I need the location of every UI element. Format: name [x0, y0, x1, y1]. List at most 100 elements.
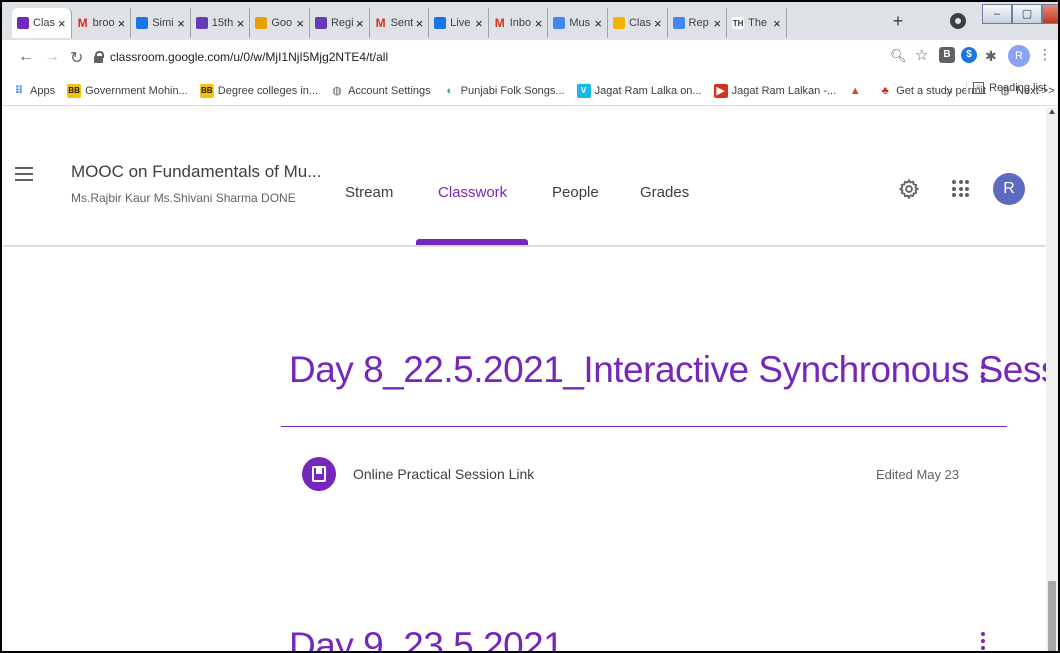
browser-tab[interactable]: 15th ×	[191, 8, 251, 38]
close-tab-icon[interactable]: ×	[58, 16, 66, 31]
youtube-icon: ▶	[713, 83, 728, 98]
close-tab-icon[interactable]: ×	[177, 16, 185, 31]
back-icon[interactable]: ←	[18, 48, 34, 66]
s-extension-icon[interactable]: $	[961, 47, 977, 63]
tab-title: broo	[92, 17, 115, 29]
browser-tab[interactable]: TH The ×	[727, 8, 787, 38]
forms-icon	[314, 17, 327, 29]
url-text[interactable]: classroom.google.com/u/0/w/MjI1NjI5Mjg2N…	[110, 50, 388, 64]
tab-list: Clas × Mbroo × Simi × 15th × Goo × Regi × M Sent × Live…	[12, 8, 787, 38]
tab-stream[interactable]: Stream	[345, 184, 393, 201]
bookmark-label: Account Settings	[348, 84, 431, 97]
zoom-icon[interactable]: 🔍︎	[890, 48, 907, 64]
tab-title: Regi	[330, 17, 353, 29]
browser-tab[interactable]: Goo ×	[250, 8, 310, 38]
bookmark-item[interactable]: ◐ Punjabi Folk Songs...	[443, 84, 565, 98]
page-scrollbar[interactable]	[1046, 107, 1058, 651]
close-tab-icon[interactable]: ×	[654, 16, 662, 31]
tab-people[interactable]: People	[552, 184, 599, 201]
browser-window: Clas × Mbroo × Simi × 15th × Goo × Regi × M Sent × Live…	[0, 0, 1060, 653]
bookmark-item[interactable]: BB Government Mohin...	[67, 83, 188, 98]
close-tab-icon[interactable]: ×	[118, 16, 126, 31]
tab-search-icon[interactable]	[950, 13, 966, 29]
reload-icon[interactable]: ↻	[70, 48, 83, 68]
classroom-header: MOOC on Fundamentals of Mu... Ms.Rajbir …	[2, 107, 1046, 245]
main-menu-icon[interactable]	[15, 167, 33, 181]
bookmarks-overflow-button[interactable]: »	[946, 84, 953, 98]
bookmark-star-icon[interactable]: ☆	[915, 46, 928, 64]
drive-icon	[434, 17, 447, 29]
browser-tab[interactable]: Regi ×	[310, 8, 370, 38]
bookmark-item[interactable]: ◍ Account Settings	[330, 84, 431, 98]
settings-gear-icon[interactable]	[898, 178, 920, 200]
chrome-menu-icon[interactable]: ⋮	[1038, 46, 1052, 63]
new-tab-button[interactable]: +	[887, 11, 909, 33]
close-tab-icon[interactable]: ×	[475, 16, 483, 31]
scroll-up-arrow-icon[interactable]	[1049, 109, 1055, 114]
forward-icon[interactable]: →	[44, 48, 60, 66]
tab-grades[interactable]: Grades	[640, 184, 689, 201]
close-tab-icon[interactable]: ×	[356, 16, 364, 31]
close-tab-icon[interactable]: ×	[237, 16, 245, 31]
minimize-button[interactable]: –	[982, 4, 1012, 24]
b-extension-icon[interactable]: B	[939, 47, 955, 63]
bookmark-label: Degree colleges in...	[217, 84, 319, 97]
reading-list-button[interactable]: ≡ Reading list	[966, 82, 1046, 94]
bb-icon: BB	[199, 83, 214, 98]
browser-tab[interactable]: Mbroo ×	[72, 8, 132, 38]
extensions-puzzle-icon[interactable]: ✱	[985, 48, 997, 65]
bookmark-label: Jagat Ram Lalka on...	[594, 84, 702, 97]
tab-title: Simi	[152, 17, 174, 29]
close-tab-icon[interactable]: ×	[535, 16, 543, 31]
classwork-content: Day 8_22.5.2021_Interactive Synchronous …	[2, 247, 1058, 653]
maximize-button[interactable]: ▢	[1012, 4, 1042, 24]
close-window-button[interactable]: ✕	[1042, 4, 1058, 24]
classwork-item-title[interactable]: Online Practical Session Link	[353, 466, 534, 482]
browser-tab[interactable]: M Sent ×	[370, 8, 430, 38]
gmail-icon: M	[494, 16, 505, 30]
profile-avatar[interactable]: R	[1008, 45, 1030, 67]
close-tab-icon[interactable]: ×	[714, 16, 722, 31]
bookmark-item[interactable]: V Jagat Ram Lalka on...	[576, 83, 702, 98]
chrome-web-icon: ◐	[446, 84, 453, 97]
classroom-icon	[612, 17, 625, 29]
close-tab-icon[interactable]: ×	[773, 16, 781, 31]
reading-list-icon: ≡	[973, 82, 984, 94]
drive-icon	[136, 17, 149, 29]
account-avatar[interactable]: R	[993, 173, 1025, 205]
classwork-item-date: Edited May 23	[876, 467, 960, 482]
scrollbar-thumb[interactable]	[1048, 581, 1056, 651]
topic-title: Day 8_22.5.2021_Interactive Synchronous …	[289, 349, 1060, 390]
close-tab-icon[interactable]: ×	[296, 16, 304, 31]
topic-options-icon[interactable]	[981, 632, 985, 651]
topic-title: Day 9_23.5.2021	[289, 625, 564, 653]
close-tab-icon[interactable]: ×	[416, 16, 424, 31]
chrome-icon	[255, 17, 268, 29]
browser-tab[interactable]: Clas ×	[12, 8, 72, 38]
bookmark-item[interactable]: ▲	[848, 84, 866, 98]
class-title[interactable]: MOOC on Fundamentals of Mu...	[71, 162, 321, 182]
bookmark-label: Punjabi Folk Songs...	[460, 84, 565, 97]
google-apps-icon[interactable]	[952, 180, 969, 197]
close-tab-icon[interactable]: ×	[594, 16, 602, 31]
bookmarks-bar: ⠿ Apps BB Government Mohin... BB Degree colle…	[2, 76, 1058, 106]
active-tab-indicator	[416, 239, 528, 245]
browser-tab[interactable]: Clas ×	[608, 8, 668, 38]
docs-icon	[672, 17, 685, 29]
browser-tab[interactable]: Rep ×	[668, 8, 728, 38]
tab-title: Goo	[271, 17, 293, 29]
bookmark-item[interactable]: ▶ Jagat Ram Lalkan -...	[713, 83, 836, 98]
bookmark-item[interactable]: BB Degree colleges in...	[199, 83, 319, 98]
browser-tab[interactable]: Simi ×	[131, 8, 191, 38]
topic-options-icon[interactable]	[981, 365, 985, 386]
vimeo-icon: V	[576, 83, 591, 98]
browser-tab[interactable]: Live ×	[429, 8, 489, 38]
tab-classwork[interactable]: Classwork	[438, 184, 507, 201]
browser-tab[interactable]: M Inbo ×	[489, 8, 549, 38]
tab-title: The	[748, 17, 768, 29]
bookmark-item[interactable]: ⠿ Apps	[12, 84, 55, 98]
bookmark-label: Apps	[30, 84, 56, 97]
browser-tab[interactable]: Mus ×	[548, 8, 608, 38]
globe-icon: ◍	[332, 85, 342, 97]
address-bar[interactable]: classroom.google.com/u/0/w/MjI1NjI5Mjg2N…	[90, 45, 890, 71]
